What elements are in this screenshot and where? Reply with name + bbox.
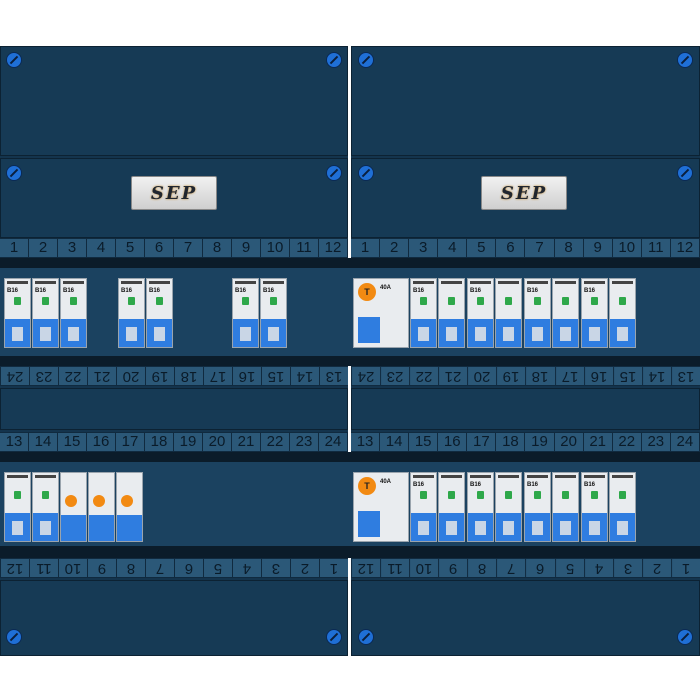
circuit-breaker[interactable] [438,278,465,348]
number-strip-upper-rev-left: 24 23 22 21 20 19 18 17 16 15 14 13 [0,366,348,386]
circuit-breaker[interactable]: B16 [410,278,437,348]
screw-icon [326,165,342,181]
screw-icon [6,52,22,68]
rail-gap [0,452,700,462]
circuit-breaker[interactable] [609,472,636,542]
left-top-cover [0,46,348,156]
right-top-cover [351,46,700,156]
sep-logo-right: SEP [481,176,567,210]
logo-text: SEP [500,182,548,204]
number-strip-upper-rev-right: 24 23 22 21 20 19 18 17 16 15 14 13 [351,366,700,386]
circuit-breaker[interactable] [609,278,636,348]
circuit-breaker[interactable]: B16 [524,472,551,542]
circuit-breaker[interactable]: B16 [60,278,87,348]
circuit-breaker[interactable]: B16 [32,278,59,348]
left-bottom-cover [0,580,348,656]
circuit-breaker[interactable]: B16 [4,278,31,348]
circuit-breaker[interactable]: B16 [146,278,173,348]
number-strip-bottom-rev-left: 12 11 10 9 8 7 6 5 4 3 2 1 [0,558,348,578]
circuit-breaker[interactable] [495,278,522,348]
screw-icon [6,629,22,645]
rcd-switch[interactable]: T [60,472,87,542]
rcd-switch[interactable]: T [116,472,143,542]
screw-icon [358,52,374,68]
middle-cover [351,388,700,430]
circuit-breaker[interactable]: B16 [260,278,287,348]
circuit-breaker[interactable]: B16 [467,278,494,348]
circuit-breaker[interactable]: B16 [410,472,437,542]
number-strip-top-left: 1 2 3 4 5 6 7 8 9 10 11 12 [0,238,348,258]
screw-icon [358,629,374,645]
circuit-breaker[interactable]: B16 [581,472,608,542]
screw-icon [677,52,693,68]
screw-icon [358,165,374,181]
circuit-breaker[interactable] [552,278,579,348]
circuit-breaker[interactable]: B16 [524,278,551,348]
screw-icon [6,165,22,181]
circuit-breaker[interactable]: B16 [581,278,608,348]
right-bottom-cover [351,580,700,656]
circuit-breaker[interactable]: B16 [232,278,259,348]
rail-gap [0,258,700,268]
circuit-breaker[interactable]: B16 [467,472,494,542]
circuit-breaker[interactable]: B16 [118,278,145,348]
screw-icon [326,52,342,68]
number-strip-top-right: 1 2 3 4 5 6 7 8 9 10 11 12 [351,238,700,258]
number-strip-lower-right: 13 14 15 16 17 18 19 20 21 22 23 24 [351,432,700,452]
rcd-switch[interactable]: T 40A [353,472,409,542]
circuit-breaker[interactable] [495,472,522,542]
number-strip-lower-left: 13 14 15 16 17 18 19 20 21 22 23 24 [0,432,348,452]
circuit-breaker[interactable] [552,472,579,542]
circuit-breaker[interactable] [32,472,59,542]
circuit-breaker[interactable] [4,472,31,542]
logo-text: SEP [150,182,198,204]
rcd-switch[interactable]: T 40A [353,278,409,348]
rail-gap [0,356,700,366]
rcd-switch[interactable]: T [88,472,115,542]
sep-logo-left: SEP [131,176,217,210]
number-strip-bottom-rev-right: 12 11 10 9 8 7 6 5 4 3 2 1 [351,558,700,578]
screw-icon [677,165,693,181]
screw-icon [677,629,693,645]
middle-cover [0,388,348,430]
screw-icon [326,629,342,645]
circuit-breaker[interactable] [438,472,465,542]
rail-gap [0,546,700,558]
